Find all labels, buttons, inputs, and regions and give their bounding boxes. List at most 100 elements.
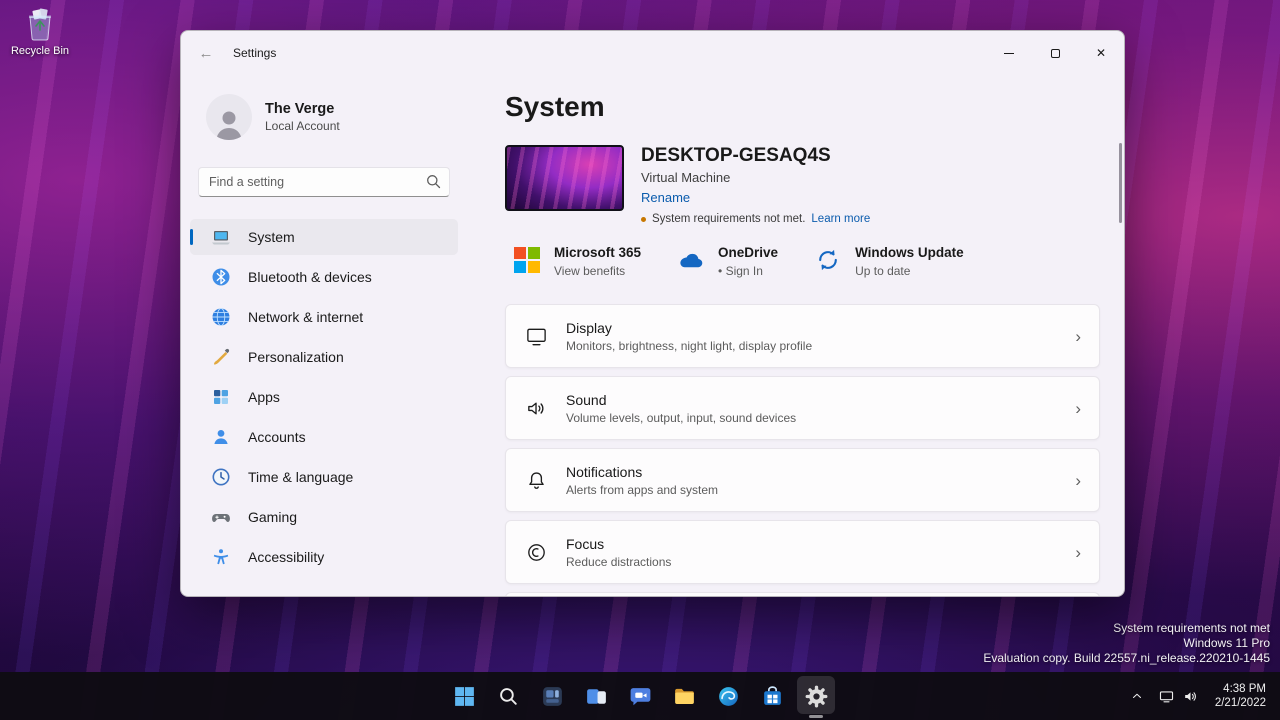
minimize-button[interactable]	[986, 31, 1032, 75]
windows-logo-icon	[452, 684, 477, 709]
device-warning: System requirements not met. Learn more	[641, 213, 870, 225]
sidebar-item-accessibility[interactable]: Accessibility	[190, 539, 458, 575]
window-controls: ✕	[986, 31, 1124, 75]
sidebar-item-label: Accounts	[248, 429, 306, 445]
quickcard-subtitle: View benefits	[554, 264, 641, 278]
recycle-bin-label: Recycle Bin	[11, 45, 69, 57]
row-title: Display	[566, 320, 812, 336]
settings-row-notifications[interactable]: Notifications Alerts from apps and syste…	[505, 448, 1100, 512]
row-subtitle: Volume levels, output, input, sound devi…	[566, 411, 796, 425]
sidebar-item-label: Gaming	[248, 509, 297, 525]
network-icon	[1158, 688, 1175, 705]
chat-button[interactable]	[618, 672, 662, 720]
settings-row-display[interactable]: Display Monitors, brightness, night ligh…	[505, 304, 1100, 368]
device-section: DESKTOP-GESAQ4S Virtual Machine Rename S…	[505, 145, 1100, 225]
quickcard-title: Windows Update	[855, 245, 964, 260]
task-view-button[interactable]	[574, 672, 618, 720]
sidebar-item-bluetooth-devices[interactable]: Bluetooth & devices	[190, 259, 458, 295]
settings-rows: Display Monitors, brightness, night ligh…	[505, 304, 1100, 597]
maximize-icon	[1051, 49, 1060, 58]
settings-button[interactable]	[794, 672, 838, 720]
settings-row-focus[interactable]: Focus Reduce distractions ›	[505, 520, 1100, 584]
watermark-line-2: Windows 11 Pro	[983, 636, 1270, 651]
desktop: Recycle Bin System requirements not met …	[0, 0, 1280, 720]
sidebar-item-network-internet[interactable]: Network & internet	[190, 299, 458, 335]
widgets-button[interactable]	[530, 672, 574, 720]
sidebar-item-accounts[interactable]: Accounts	[190, 419, 458, 455]
folder-icon	[672, 684, 697, 709]
quickcard-microsoft-365[interactable]: Microsoft 365 View benefits	[513, 245, 641, 278]
row-text: Sound Volume levels, output, input, soun…	[566, 392, 796, 425]
chat-bubble-icon	[628, 684, 653, 709]
system-icon	[211, 227, 231, 247]
rename-link[interactable]: Rename	[641, 190, 690, 205]
maximize-button[interactable]	[1032, 31, 1078, 75]
gear-icon	[804, 684, 829, 709]
user-text: The Verge Local Account	[265, 101, 340, 133]
sidebar-item-label: System	[248, 229, 295, 245]
settings-window: ← Settings ✕ The Verge Local Account	[180, 30, 1125, 597]
main-content: System DESKTOP-GESAQ4S Virtual Machine R…	[467, 75, 1124, 597]
sidebar-item-label: Accessibility	[248, 549, 324, 565]
warning-dot-icon	[641, 217, 646, 222]
sidebar-item-apps[interactable]: Apps	[190, 379, 458, 415]
window-body: The Verge Local Account Syste	[181, 75, 1124, 597]
window-title: Settings	[233, 46, 276, 60]
search-button[interactable]	[486, 672, 530, 720]
user-account[interactable]: The Verge Local Account	[206, 93, 458, 141]
edge-browser-icon	[716, 684, 741, 709]
game-controller-icon	[211, 507, 231, 527]
quickcard-onedrive[interactable]: OneDrive • Sign In	[677, 245, 778, 278]
quickcard-text: Microsoft 365 View benefits	[554, 245, 641, 278]
clock-date: 2/21/2022	[1215, 696, 1266, 710]
page-title: System	[505, 91, 1100, 123]
quick-cards: Microsoft 365 View benefits OneDrive • S…	[513, 245, 1100, 278]
row-title: Sound	[566, 392, 796, 408]
search-box	[198, 167, 450, 197]
quickcard-subtitle: • Sign In	[718, 264, 778, 278]
learn-more-link[interactable]: Learn more	[811, 213, 870, 225]
taskbar-clock[interactable]: 4:38 PM 2/21/2022	[1207, 676, 1278, 716]
recycle-bin-glyph	[22, 6, 58, 42]
user-account-type: Local Account	[265, 119, 340, 133]
quickcard-text: Windows Update Up to date	[855, 245, 964, 278]
windows-update-icon	[814, 246, 841, 273]
microsoft-365-icon	[513, 246, 540, 273]
back-button[interactable]: ←	[189, 38, 223, 68]
settings-row-sound[interactable]: Sound Volume levels, output, input, soun…	[505, 376, 1100, 440]
bell-icon	[506, 469, 566, 492]
start-button[interactable]	[442, 672, 486, 720]
globe-icon	[211, 307, 231, 327]
sidebar-item-personalization[interactable]: Personalization	[190, 339, 458, 375]
taskbar-tray: 4:38 PM 2/21/2022	[1124, 672, 1278, 720]
search-icon	[496, 684, 521, 709]
quickcard-text: OneDrive • Sign In	[718, 245, 778, 278]
edge-button[interactable]	[706, 672, 750, 720]
recycle-bin-icon[interactable]: Recycle Bin	[8, 6, 72, 57]
taskbar: 4:38 PM 2/21/2022	[0, 672, 1280, 720]
hidden-icons-chevron[interactable]	[1124, 676, 1150, 716]
sidebar-item-system[interactable]: System	[190, 219, 458, 255]
warning-text: System requirements not met.	[652, 213, 805, 225]
file-explorer-button[interactable]	[662, 672, 706, 720]
sidebar-item-time-language[interactable]: Time & language	[190, 459, 458, 495]
row-text: Notifications Alerts from apps and syste…	[566, 464, 718, 497]
store-button[interactable]	[750, 672, 794, 720]
quickcard-windows-update[interactable]: Windows Update Up to date	[814, 245, 964, 278]
clock-icon	[211, 467, 231, 487]
device-name: DESKTOP-GESAQ4S	[641, 145, 870, 167]
focus-icon	[506, 541, 566, 564]
avatar	[206, 94, 252, 140]
chevron-right-icon: ›	[1075, 472, 1081, 489]
network-volume-tray[interactable]	[1150, 676, 1207, 716]
sidebar-item-label: Network & internet	[248, 309, 363, 325]
sidebar-item-gaming[interactable]: Gaming	[190, 499, 458, 535]
search-input[interactable]	[198, 167, 450, 197]
bluetooth-icon	[211, 267, 231, 287]
chevron-right-icon: ›	[1075, 400, 1081, 417]
row-subtitle: Reduce distractions	[566, 555, 671, 569]
close-button[interactable]: ✕	[1078, 31, 1124, 75]
scrollbar[interactable]	[1119, 143, 1122, 223]
system-watermark: System requirements not met Windows 11 P…	[983, 621, 1270, 666]
widgets-icon	[540, 684, 565, 709]
